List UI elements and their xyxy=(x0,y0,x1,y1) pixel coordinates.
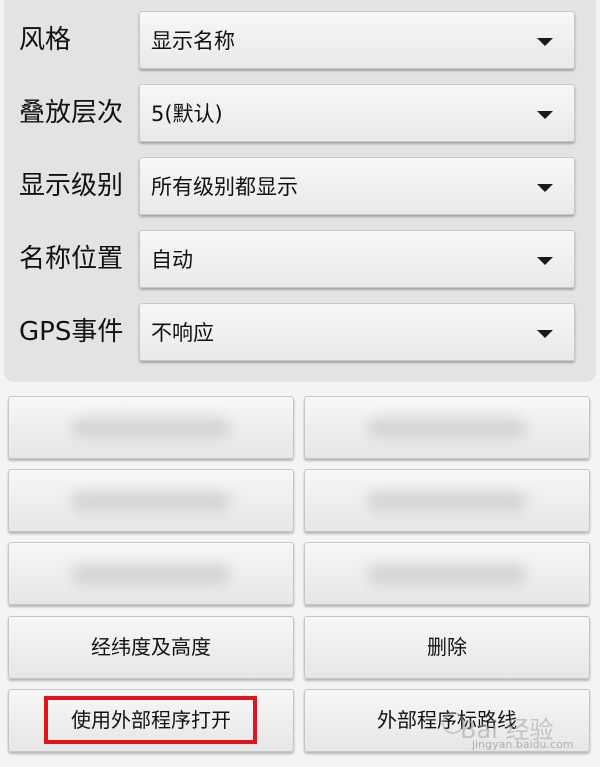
redacted-blur xyxy=(71,489,231,512)
style-value: 显示名称 xyxy=(151,29,235,53)
gps-event-select[interactable]: 不响应 xyxy=(139,303,575,361)
delete-button[interactable]: 删除 xyxy=(304,616,590,679)
redacted-button-5[interactable] xyxy=(8,542,294,605)
chevron-down-icon xyxy=(537,257,553,265)
setting-row-gps-event: GPS事件 不响应 xyxy=(4,299,596,373)
setting-row-name-position: 名称位置 自动 xyxy=(4,226,596,300)
gps-event-label: GPS事件 xyxy=(19,317,124,347)
highlight-box xyxy=(44,696,257,744)
gps-event-value: 不响应 xyxy=(151,321,214,345)
stack-order-value: 5(默认) xyxy=(151,102,223,126)
style-select[interactable]: 显示名称 xyxy=(139,11,575,69)
redacted-button-6[interactable] xyxy=(304,542,590,605)
redacted-blur xyxy=(367,489,527,512)
external-route-button[interactable]: 外部程序标路线 xyxy=(304,689,590,752)
style-label: 风格 xyxy=(19,25,72,55)
setting-row-display-level: 显示级别 所有级别都显示 xyxy=(4,153,596,227)
stack-order-label: 叠放层次 xyxy=(19,98,124,128)
name-position-value: 自动 xyxy=(151,248,193,272)
chevron-down-icon xyxy=(537,330,553,338)
chevron-down-icon xyxy=(537,38,553,46)
display-level-label: 显示级别 xyxy=(19,171,124,201)
name-position-select[interactable]: 自动 xyxy=(139,230,575,288)
chevron-down-icon xyxy=(537,184,553,192)
setting-row-stack-order: 叠放层次 5(默认) xyxy=(4,80,596,154)
chevron-down-icon xyxy=(537,111,553,119)
redacted-button-1[interactable] xyxy=(8,396,294,459)
display-level-value: 所有级别都显示 xyxy=(151,175,298,199)
settings-panel: 风格 显示名称 叠放层次 5(默认) 显示级别 所有级别都显示 名称位置 自动 … xyxy=(4,0,596,382)
redacted-blur xyxy=(367,416,527,439)
redacted-button-2[interactable] xyxy=(304,396,590,459)
display-level-select[interactable]: 所有级别都显示 xyxy=(139,157,575,215)
stack-order-select[interactable]: 5(默认) xyxy=(139,84,575,142)
redacted-blur xyxy=(367,562,527,585)
lat-lon-alt-button[interactable]: 经纬度及高度 xyxy=(8,616,294,679)
name-position-label: 名称位置 xyxy=(19,244,124,274)
redacted-button-4[interactable] xyxy=(304,469,590,532)
redacted-blur xyxy=(71,562,231,585)
setting-row-style: 风格 显示名称 xyxy=(4,7,596,81)
redacted-blur xyxy=(71,416,231,439)
redacted-button-3[interactable] xyxy=(8,469,294,532)
